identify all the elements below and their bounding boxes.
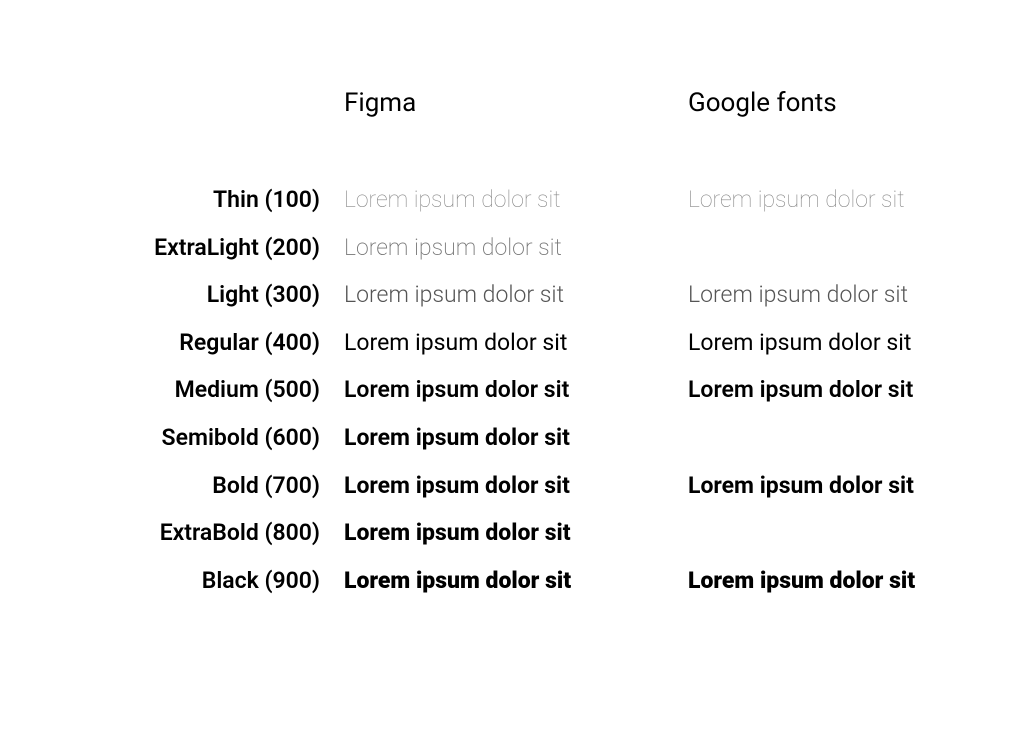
figma-sample: Lorem ipsum dolor sit: [344, 319, 664, 367]
column-header-google-fonts: Google fonts: [688, 88, 1008, 176]
google-sample: Lorem ipsum dolor sit: [688, 366, 1008, 414]
weight-label: Medium (500): [40, 366, 320, 414]
weight-label: ExtraBold (800): [40, 509, 320, 557]
figma-sample: Lorem ipsum dolor sit: [344, 176, 664, 224]
figma-sample: Lorem ipsum dolor sit: [344, 462, 664, 510]
google-sample: Lorem ipsum dolor sit: [688, 319, 1008, 367]
weight-label: Semibold (600): [40, 414, 320, 462]
weight-label: Bold (700): [40, 462, 320, 510]
figma-sample: Lorem ipsum dolor sit: [344, 509, 664, 557]
google-sample: Lorem ipsum dolor sit: [688, 176, 1008, 224]
google-sample: Lorem ipsum dolor sit: [688, 271, 1008, 319]
google-sample: Lorem ipsum dolor sit: [688, 462, 1008, 510]
figma-sample: Lorem ipsum dolor sit: [344, 557, 664, 605]
header-spacer: [40, 88, 320, 176]
weight-label: Thin (100): [40, 176, 320, 224]
figma-sample: Lorem ipsum dolor sit: [344, 414, 664, 462]
weight-label: Light (300): [40, 271, 320, 319]
google-sample: Lorem ipsum dolor sit: [688, 557, 1008, 605]
figma-sample: Lorem ipsum dolor sit: [344, 271, 664, 319]
font-weight-comparison-table: Figma Google fonts Thin (100) Lorem ipsu…: [40, 88, 995, 604]
figma-sample: Lorem ipsum dolor sit: [344, 366, 664, 414]
weight-label: ExtraLight (200): [40, 224, 320, 272]
weight-label: Regular (400): [40, 319, 320, 367]
column-header-figma: Figma: [344, 88, 664, 176]
figma-sample: Lorem ipsum dolor sit: [344, 224, 664, 272]
weight-label: Black (900): [40, 557, 320, 605]
